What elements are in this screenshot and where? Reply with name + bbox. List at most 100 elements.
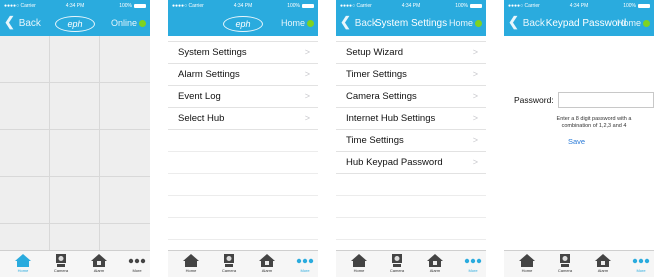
tab-more[interactable]: More [626, 253, 654, 273]
tab-alarm[interactable]: Alarm [84, 253, 114, 273]
empty-row [336, 196, 486, 218]
item-label: Internet Hub Settings [346, 113, 436, 124]
tab-more[interactable]: More [290, 253, 318, 273]
more-dots-icon [632, 258, 650, 264]
tab-label: Camera [557, 268, 573, 273]
password-input[interactable] [558, 92, 654, 108]
empty-row [168, 130, 318, 152]
home-label: Home [448, 18, 473, 28]
chevron-right-icon: > [304, 69, 310, 79]
grid-divider [99, 36, 100, 268]
alarm-house-icon [259, 254, 275, 267]
item-label: Setup Wizard [346, 47, 404, 58]
list-item-event-log[interactable]: Event Log > [168, 86, 318, 108]
item-label: Camera Settings [346, 91, 417, 102]
battery-text: 100% [623, 3, 636, 9]
battery-text: 100% [455, 3, 468, 9]
home-icon [351, 254, 367, 267]
tab-more[interactable]: More [458, 253, 486, 273]
tab-label: Camera [221, 268, 237, 273]
tab-camera[interactable]: Camera [46, 253, 76, 273]
tab-label: Home [185, 268, 197, 273]
chevron-right-icon: > [304, 91, 310, 101]
item-label: System Settings [178, 47, 247, 58]
online-dot-icon [307, 20, 314, 28]
camera-icon [224, 254, 234, 267]
tab-label: Alarm [93, 268, 105, 273]
tab-label: Home [353, 268, 365, 273]
tab-label: More [300, 268, 310, 273]
tab-label: Home [521, 268, 533, 273]
list-item-system-settings[interactable]: System Settings > [168, 41, 318, 64]
list-item-camera-settings[interactable]: Camera Settings > [336, 86, 486, 108]
grid-divider [0, 223, 150, 224]
online-label: Online [110, 18, 137, 28]
empty-row [168, 218, 318, 240]
battery-icon [134, 3, 146, 8]
online-dot-icon [475, 20, 482, 28]
home-icon [15, 254, 31, 267]
password-label: Password: [514, 95, 554, 105]
list-item-hub-keypad-password[interactable]: Hub Keypad Password > [336, 152, 486, 174]
more-dots-icon [128, 258, 146, 264]
tab-alarm[interactable]: Alarm [252, 253, 282, 273]
camera-grid[interactable] [0, 36, 150, 268]
home-icon [519, 254, 535, 267]
chevron-right-icon: > [472, 135, 478, 145]
screen-system-settings: ●●●●○ Carrier 4:34 PM 100% ❮ Back System… [336, 0, 486, 277]
home-status-button[interactable]: Home [449, 18, 482, 28]
save-button[interactable]: Save [568, 137, 585, 146]
list-item-setup-wizard[interactable]: Setup Wizard > [336, 41, 486, 64]
tab-bar: Home Camera Alarm More [336, 250, 486, 277]
grid-divider [0, 82, 150, 83]
online-status: Online [111, 18, 146, 28]
list-item-alarm-settings[interactable]: Alarm Settings > [168, 64, 318, 86]
tab-alarm[interactable]: Alarm [588, 253, 618, 273]
tab-home[interactable]: Home [8, 253, 38, 273]
tab-label: Alarm [597, 268, 609, 273]
list-item-time-settings[interactable]: Time Settings > [336, 130, 486, 152]
item-label: Event Log [178, 91, 221, 102]
list-item-timer-settings[interactable]: Timer Settings > [336, 64, 486, 86]
item-label: Timer Settings [346, 69, 407, 80]
alarm-house-icon [595, 254, 611, 267]
grid-divider [49, 36, 50, 268]
list-item-internet-hub-settings[interactable]: Internet Hub Settings > [336, 108, 486, 130]
home-status-button[interactable]: Home [617, 18, 650, 28]
system-settings-list: Setup Wizard > Timer Settings > Camera Set… [336, 41, 486, 240]
home-label: Home [616, 18, 641, 28]
tab-bar: Home Camera Alarm More [168, 250, 318, 277]
battery-icon [638, 3, 650, 8]
tab-home[interactable]: Home [176, 253, 206, 273]
alarm-house-icon [91, 254, 107, 267]
chevron-left-icon: ❮ [4, 14, 15, 29]
tab-label: Alarm [429, 268, 441, 273]
camera-icon [560, 254, 570, 267]
tab-home[interactable]: Home [512, 253, 542, 273]
status-bar: ●●●●○ Carrier 4:34 PM 100% [0, 0, 150, 11]
battery-indicator: 100% [623, 3, 650, 9]
tab-camera[interactable]: Camera [382, 253, 412, 273]
tab-alarm[interactable]: Alarm [420, 253, 450, 273]
tab-camera[interactable]: Camera [214, 253, 244, 273]
list-item-select-hub[interactable]: Select Hub > [168, 108, 318, 130]
battery-text: 100% [287, 3, 300, 9]
item-label: Time Settings [346, 135, 404, 146]
chevron-right-icon: > [472, 91, 478, 101]
chevron-right-icon: > [304, 47, 310, 57]
tab-home[interactable]: Home [344, 253, 374, 273]
empty-row [336, 174, 486, 196]
nav-bar: eph Home [168, 11, 318, 36]
grid-divider [0, 176, 150, 177]
tab-label: Home [17, 268, 29, 273]
home-label: Home [280, 18, 305, 28]
home-status-button[interactable]: Home [281, 18, 314, 28]
empty-row [168, 174, 318, 196]
grid-divider [0, 129, 150, 130]
tab-more[interactable]: More [122, 253, 150, 273]
nav-bar: ❮ Back eph Online [0, 11, 150, 36]
back-button[interactable]: ❮ Back [4, 14, 41, 29]
tab-camera[interactable]: Camera [550, 253, 580, 273]
online-dot-icon [139, 20, 146, 28]
item-label: Select Hub [178, 113, 225, 124]
